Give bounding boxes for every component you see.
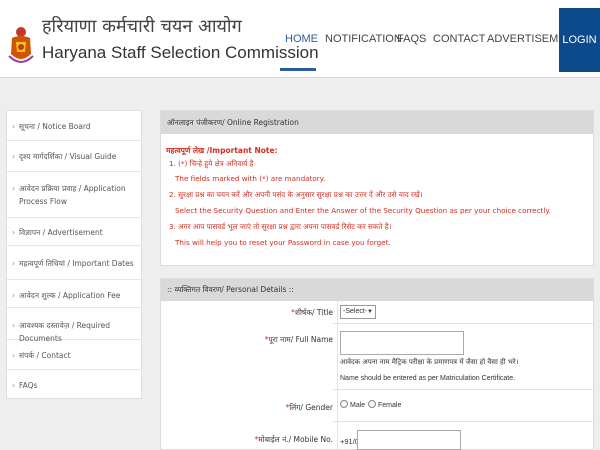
note-1-english: The fields marked with (*) are mandatory…: [175, 174, 326, 183]
sidebar-item-label: FAQs: [19, 381, 38, 390]
chevron-right-icon: ›: [12, 291, 15, 300]
fullname-input[interactable]: [340, 331, 464, 355]
nav-active-indicator: [280, 68, 316, 71]
chevron-right-icon: ›: [12, 122, 15, 131]
sidebar-item-required-documents[interactable]: › आवश्यक दस्तावेज़ / Required Documents: [7, 308, 141, 343]
caret-down-icon: ▼: [367, 309, 373, 315]
row-divider: [333, 323, 595, 324]
registration-heading: ऑनलाइन पंजीकरण/ Online Registration: [161, 111, 593, 134]
chevron-right-icon: ›: [12, 228, 15, 237]
radio-button[interactable]: [340, 400, 348, 408]
chevron-right-icon: ›: [12, 259, 15, 268]
note-2-english: Select the Security Question and Enter t…: [175, 206, 551, 215]
fullname-hint-english: Name should be entered as per Matriculat…: [340, 375, 516, 382]
title-label: *शीर्षक/ Title: [291, 308, 333, 317]
row-divider: [333, 421, 595, 422]
gender-male-option[interactable]: Male: [340, 400, 365, 409]
note-3-english: This will help you to reset your Passwor…: [175, 238, 391, 247]
sidebar: › सूचना / Notice Board › दृश्य मार्गदर्शिक…: [6, 110, 142, 399]
title-select[interactable]: -Select- ▼: [340, 305, 376, 319]
chevron-right-icon: ›: [12, 351, 15, 360]
fullname-label: *पूरा नाम/ Full Name: [264, 335, 333, 344]
sidebar-item-label: विज्ञापन / Advertisement: [19, 228, 103, 237]
sidebar-item-label: आवेदन प्रक्रिया प्रवाह / Application Pro…: [19, 184, 126, 206]
site-title-english: Haryana Staff Selection Commission: [42, 43, 319, 62]
note-2-hindi: 2. सुरक्षा प्रश्न का चयन करें और अपनी पस…: [169, 190, 423, 199]
chevron-right-icon: ›: [12, 152, 15, 161]
personal-details-panel: :: व्यक्तिगत विवरण/ Personal Details :: …: [160, 278, 595, 450]
sidebar-item-label: आवेदन शुल्क / Application Fee: [19, 291, 121, 300]
nav-home[interactable]: HOME: [285, 33, 318, 45]
chevron-right-icon: ›: [12, 184, 15, 193]
gender-female-option[interactable]: Female: [368, 400, 401, 409]
site-header: हरियाणा कर्मचारी चयन आयोग Haryana Staff …: [0, 0, 600, 78]
login-button[interactable]: LOGIN: [559, 8, 600, 72]
sidebar-item-advertisement[interactable]: › विज्ञापन / Advertisement: [7, 218, 141, 246]
sidebar-item-label: दृश्य मार्गदर्शिका / Visual Guide: [19, 152, 117, 161]
radio-button[interactable]: [368, 400, 376, 408]
chevron-right-icon: ›: [12, 321, 15, 330]
note-3-hindi: 3. अगर आप पासवर्ड भूल जाएं तो सुरक्षा प्…: [169, 222, 392, 231]
sidebar-item-important-dates[interactable]: › महत्वपूर्ण तिथियां / Important Dates: [7, 246, 141, 280]
note-1-hindi: 1. (*) चिन्हे हुये क्षेत्र अनिवार्य है: [169, 159, 254, 168]
nav-faqs[interactable]: FAQS: [397, 33, 426, 45]
mobile-label: *मोबाईल नं./ Mobile No.: [254, 435, 333, 444]
site-title-hindi: हरियाणा कर्मचारी चयन आयोग: [42, 16, 242, 37]
gender-label: *लिंग/ Gender: [285, 403, 333, 412]
sidebar-item-notice-board[interactable]: › सूचना / Notice Board: [7, 111, 141, 141]
fullname-hint-hindi: आवेदक अपना नाम मैट्रिक परीक्षा के प्रमाण…: [340, 358, 519, 366]
personal-details-heading: :: व्यक्तिगत विवरण/ Personal Details ::: [161, 279, 593, 301]
sidebar-item-faqs[interactable]: › FAQs: [7, 370, 141, 398]
sidebar-item-label: संपर्क / Contact: [19, 351, 71, 360]
haryana-emblem-icon[interactable]: [6, 24, 36, 68]
mobile-input[interactable]: [357, 430, 461, 450]
chevron-right-icon: ›: [12, 381, 15, 390]
nav-notification[interactable]: NOTIFICATION: [325, 33, 402, 45]
sidebar-item-process-flow[interactable]: › आवेदन प्रक्रिया प्रवाह / Application Pr…: [7, 172, 141, 218]
nav-contact[interactable]: CONTACT: [433, 33, 485, 45]
sidebar-item-contact[interactable]: › संपर्क / Contact: [7, 340, 141, 370]
important-note-title: महत्वपूर्ण लेख /Important Note:: [166, 146, 278, 155]
sidebar-item-application-fee[interactable]: › आवेदन शुल्क / Application Fee: [7, 280, 141, 308]
registration-panel: ऑनलाइन पंजीकरण/ Online Registration महत्…: [160, 110, 594, 266]
sidebar-item-visual-guide[interactable]: › दृश्य मार्गदर्शिका / Visual Guide: [7, 141, 141, 172]
row-divider: [333, 389, 595, 390]
sidebar-item-label: सूचना / Notice Board: [19, 122, 91, 131]
sidebar-item-label: महत्वपूर्ण तिथियां / Important Dates: [19, 259, 134, 268]
